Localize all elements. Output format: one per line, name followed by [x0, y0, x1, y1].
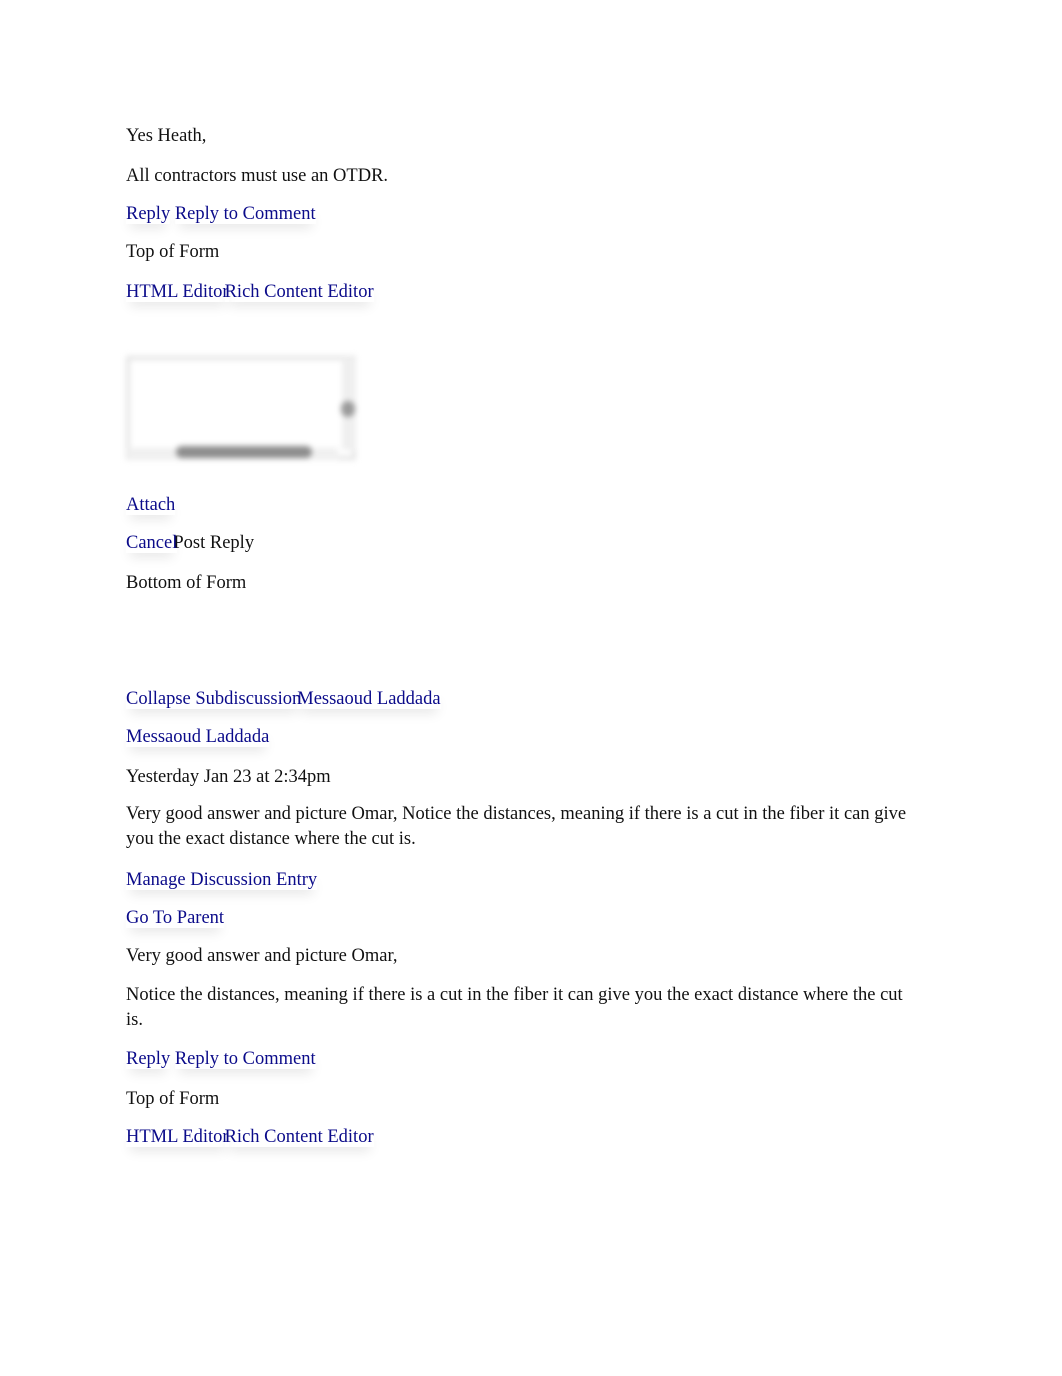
- go-to-parent-link[interactable]: Go To Parent: [126, 908, 224, 928]
- rich-content-editor-link[interactable]: Rich Content Editor: [225, 282, 374, 302]
- reply-textarea-box[interactable]: [126, 356, 356, 460]
- author-row: Messaoud Laddada: [126, 725, 269, 749]
- attach-link[interactable]: Attach: [126, 495, 175, 515]
- reply-to-comment-link-2[interactable]: Reply to Comment: [175, 1049, 316, 1069]
- entry-body-line1: Very good answer and picture Omar,: [126, 946, 398, 966]
- bottom-of-form-label: Bottom of Form: [126, 573, 247, 593]
- manage-row: Manage Discussion Entry: [126, 868, 317, 892]
- subdiscussion-header: Collapse SubdiscussionMessaoud Laddada: [126, 687, 441, 711]
- html-editor-link[interactable]: HTML Editor: [126, 282, 229, 302]
- editor-toggle: HTML EditorRich Content Editor: [126, 280, 374, 304]
- reply-link-2[interactable]: Reply: [126, 1049, 170, 1069]
- html-editor-link-2[interactable]: HTML Editor: [126, 1127, 229, 1147]
- reply-actions-2: Reply Reply to Comment: [126, 1047, 316, 1071]
- collapse-subdiscussion-link[interactable]: Collapse Subdiscussion: [126, 689, 301, 709]
- form-buttons: CancelPost Reply: [126, 531, 254, 555]
- reply-actions: Reply Reply to Comment: [126, 202, 316, 226]
- editor-toggle-2: HTML EditorRich Content Editor: [126, 1125, 374, 1149]
- top-of-form-label: Top of Form: [126, 242, 220, 262]
- post-reply-button[interactable]: Post Reply: [173, 533, 254, 553]
- reply-link[interactable]: Reply: [126, 204, 170, 224]
- entry-summary-text: Very good answer and picture Omar, Notic…: [126, 804, 907, 849]
- attach-row: Attach: [126, 493, 175, 517]
- greeting-text: Yes Heath,: [126, 126, 207, 146]
- entry-body-text: All contractors must use an OTDR.: [126, 166, 389, 186]
- entry-timestamp: Yesterday Jan 23 at 2:34pm: [126, 767, 331, 787]
- top-of-form-label-2: Top of Form: [126, 1089, 220, 1109]
- reply-textarea[interactable]: [120, 350, 364, 468]
- author-link[interactable]: Messaoud Laddada: [126, 727, 269, 747]
- entry-body-line2: Notice the distances, meaning if there i…: [126, 985, 903, 1030]
- manage-discussion-entry-link[interactable]: Manage Discussion Entry: [126, 870, 317, 890]
- reply-to-comment-link[interactable]: Reply to Comment: [175, 204, 316, 224]
- go-to-parent-row: Go To Parent: [126, 906, 224, 930]
- vertical-scrollbar-thumb[interactable]: [341, 401, 355, 417]
- author-link-inline[interactable]: Messaoud Laddada: [297, 689, 440, 709]
- rich-content-editor-link-2[interactable]: Rich Content Editor: [225, 1127, 374, 1147]
- horizontal-scrollbar-thumb[interactable]: [176, 446, 312, 458]
- cancel-button[interactable]: Cancel: [126, 533, 177, 553]
